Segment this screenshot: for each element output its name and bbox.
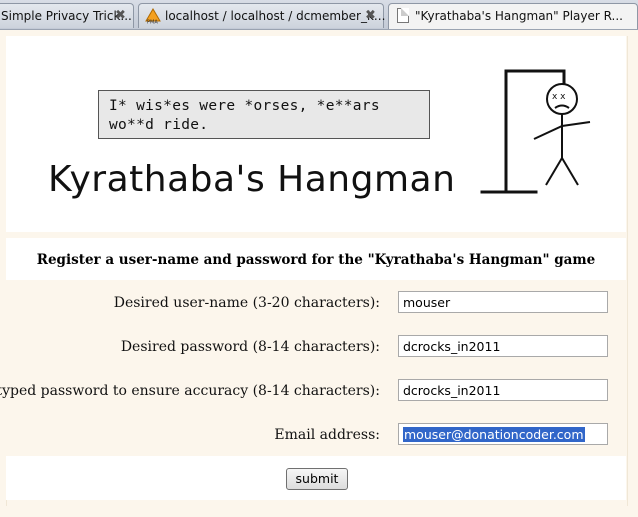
- retype-password-label: Re-typed password to ensure accuracy (8-…: [0, 383, 380, 399]
- registration-heading-bar: Register a user-name and password for th…: [6, 238, 626, 280]
- username-input[interactable]: mouser: [398, 291, 608, 313]
- password-row: Desired password (8-14 characters): dcro…: [6, 335, 626, 359]
- game-title: Kyrathaba's Hangman: [48, 159, 456, 200]
- clue-line-2: wo**d ride.: [109, 117, 209, 133]
- registration-heading: Register a user-name and password for th…: [36, 252, 596, 268]
- browser-tab-strip: Simple Privacy Trick... ✖ PMA localhost …: [0, 0, 638, 30]
- hangman-gallows-icon: x x: [480, 69, 591, 194]
- retype-password-row: Re-typed password to ensure accuracy (8-…: [0, 379, 626, 403]
- registration-form: Desired user-name (3-20 characters): mou…: [0, 280, 626, 456]
- page-icon: [397, 8, 409, 23]
- submit-button[interactable]: submit: [286, 468, 348, 490]
- phrase-clue-box: I* wis*es were *orses, *e**ars wo**d rid…: [98, 90, 430, 139]
- svg-text:PMA: PMA: [147, 20, 158, 25]
- email-row: Email address: mouser@donationcoder.com: [6, 423, 626, 447]
- password-input[interactable]: dcrocks_in2011: [398, 335, 608, 357]
- tab-title: "Kyrathaba's Hangman" Player R...: [415, 9, 623, 23]
- retype-password-input[interactable]: dcrocks_in2011: [398, 379, 608, 401]
- tab-close-icon[interactable]: ✖: [115, 8, 126, 23]
- submit-bar: submit: [6, 456, 626, 500]
- email-label: Email address:: [274, 427, 380, 443]
- browser-tab-hangman[interactable]: "Kyrathaba's Hangman" Player R...: [388, 3, 638, 29]
- email-selected-text: mouser@donationcoder.com: [403, 427, 585, 442]
- tab-close-icon[interactable]: ✖: [365, 8, 376, 23]
- clue-line-1: I* wis*es were *orses, *e**ars: [109, 98, 380, 114]
- tab-title: localhost / localhost / dcmember_k...: [165, 9, 386, 23]
- username-row: Desired user-name (3-20 characters): mou…: [6, 291, 626, 315]
- phpmyadmin-icon: PMA: [145, 8, 161, 24]
- tab-title: Simple Privacy Trick...: [1, 9, 132, 23]
- svg-text:x x: x x: [552, 92, 566, 102]
- username-label: Desired user-name (3-20 characters):: [113, 295, 380, 311]
- browser-tab-privacy[interactable]: Simple Privacy Trick... ✖: [0, 3, 134, 28]
- password-label: Desired password (8-14 characters):: [120, 339, 380, 355]
- email-input[interactable]: mouser@donationcoder.com: [398, 423, 608, 445]
- browser-tab-phpmyadmin[interactable]: PMA localhost / localhost / dcmember_k..…: [138, 3, 386, 28]
